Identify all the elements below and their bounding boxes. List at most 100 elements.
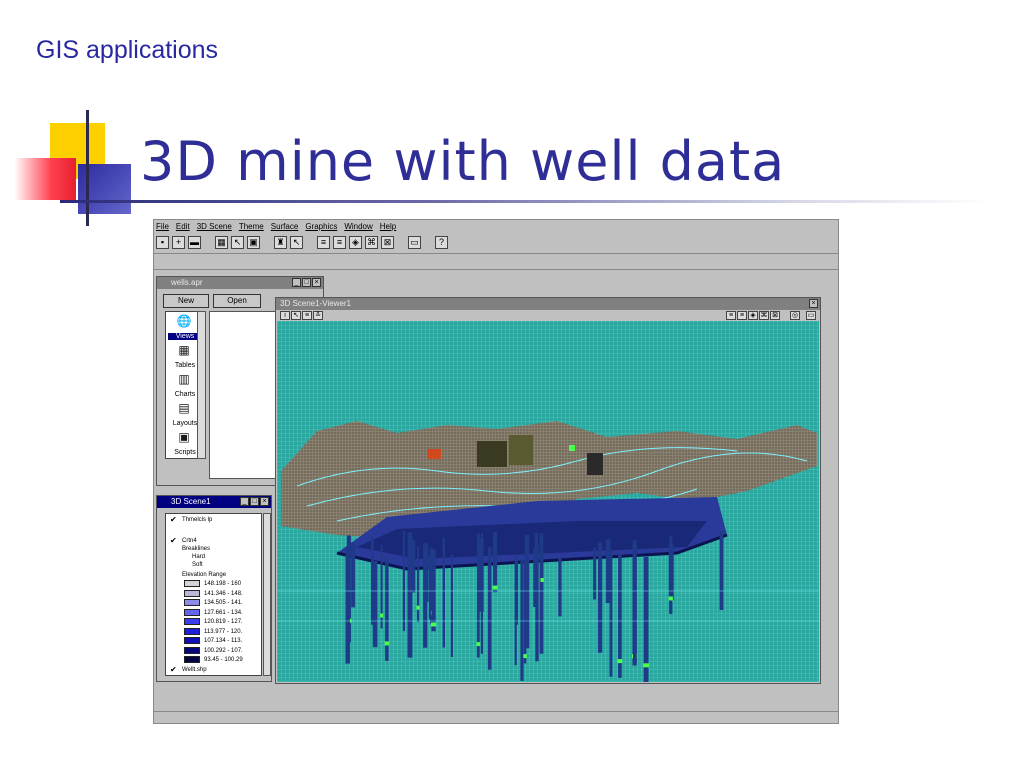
elevation-range-label: 134.505 - 141.: [204, 600, 243, 606]
well-marker: [384, 641, 390, 646]
rotate-icon[interactable]: ≡: [333, 235, 346, 249]
zoom-full-icon[interactable]: ⊠: [770, 311, 780, 320]
menu-edit[interactable]: Edit: [176, 222, 190, 233]
building: [587, 453, 603, 475]
elevation-range-row: 134.505 - 141.: [170, 599, 260, 608]
menu-file[interactable]: File: [156, 222, 169, 233]
scene-viewer-title: 3D Scene1-Viewer1: [280, 299, 352, 308]
elevation-range-label: 120.819 - 127.: [204, 619, 243, 625]
project-window-title: wells.apr: [171, 278, 203, 287]
menu-graphics[interactable]: Graphics: [305, 222, 337, 233]
checkbox-icon[interactable]: ✔: [170, 516, 177, 524]
views-icon[interactable]: 🌐: [172, 314, 196, 330]
scene-viewer-titlebar[interactable]: 3D Scene1-Viewer1 ×: [276, 298, 820, 310]
table-icon[interactable]: ▬: [188, 235, 201, 249]
close-icon[interactable]: ×: [809, 299, 818, 308]
orbit-icon[interactable]: ◈: [748, 311, 758, 320]
properties-icon[interactable]: ▦: [215, 235, 228, 249]
scripts-icon[interactable]: ▣: [172, 430, 196, 446]
checkbox-icon[interactable]: ✔: [170, 666, 177, 674]
legend-window-title: 3D Scene1: [171, 497, 211, 506]
pointer-icon[interactable]: ↖: [231, 235, 244, 249]
navigate-icon[interactable]: ≡: [317, 235, 330, 249]
elevation-range-row: 148.198 - 160: [170, 580, 260, 589]
elevation-swatch: [184, 589, 200, 597]
legend-theme-row[interactable]: ✔ Wellt.shp: [170, 666, 260, 675]
select-icon[interactable]: ↖: [290, 235, 303, 249]
checkbox-icon[interactable]: ✔: [170, 537, 177, 545]
building: [569, 445, 575, 451]
well-bore: [609, 550, 613, 677]
close-icon[interactable]: ×: [312, 278, 321, 287]
menu-help[interactable]: Help: [380, 222, 396, 233]
maximize-icon[interactable]: □: [302, 278, 311, 287]
building: [427, 449, 441, 459]
well-bore: [493, 532, 498, 593]
orbit-icon[interactable]: ◈: [349, 235, 362, 249]
scene-toolbar-right: ≡ ≡ ◈ ⌘ ⊠ ◎ ▭: [726, 311, 816, 320]
info-icon[interactable]: i: [280, 311, 290, 320]
zoom-in-icon[interactable]: ⌘: [365, 235, 378, 249]
project-scrollbar[interactable]: [197, 311, 206, 459]
decorative-square-red: [14, 158, 76, 200]
building: [509, 435, 533, 465]
well-marker: [416, 605, 420, 610]
legend-scrollbar[interactable]: [263, 513, 271, 676]
globe-icon[interactable]: ◎: [790, 311, 800, 320]
well-bore: [541, 540, 544, 594]
well-bore: [558, 558, 562, 617]
pointer-icon[interactable]: ↖: [291, 311, 301, 320]
menu-surface[interactable]: Surface: [271, 222, 299, 233]
elevation-range-row: 120.819 - 127.: [170, 618, 260, 627]
main-toolbar: ▪ + ▬ ▦ ↖ ▣ ♜ ↖ ≡ ≡ ◈ ⌘ ⊠ ▭ ?: [156, 234, 448, 250]
soft-label: Soft: [192, 562, 203, 568]
well-bore: [402, 531, 406, 631]
well-bore: [423, 542, 428, 648]
open-button[interactable]: Open: [213, 294, 261, 308]
find-icon[interactable]: ♜: [274, 235, 287, 249]
zoom-in-icon[interactable]: ⌘: [759, 311, 769, 320]
rotate-icon[interactable]: ≡: [737, 311, 747, 320]
zoom-full-icon[interactable]: ⊠: [381, 235, 394, 249]
well-bore: [520, 560, 524, 681]
menu-theme[interactable]: Theme: [239, 222, 264, 233]
tables-icon[interactable]: ▦: [172, 343, 196, 359]
layer-icon[interactable]: ≚: [313, 311, 323, 320]
project-window-titlebar[interactable]: wells.apr _ □ ×: [157, 277, 323, 289]
panel-icon[interactable]: ▭: [806, 311, 816, 320]
layouts-icon[interactable]: ▤: [172, 401, 196, 417]
navigate-icon[interactable]: ≡: [726, 311, 736, 320]
arcview-screenshot: File Edit 3D Scene Theme Surface Graphic…: [153, 219, 839, 724]
elevation-swatch: [184, 618, 200, 625]
help-icon[interactable]: ?: [435, 235, 448, 249]
new-button[interactable]: New: [163, 294, 209, 308]
elevation-range-label: 100.292 - 107.: [204, 647, 243, 654]
3d-scene-canvas[interactable]: [277, 321, 819, 682]
menu-3d-scene[interactable]: 3D Scene: [197, 222, 232, 233]
legend-window-titlebar[interactable]: 3D Scene1 _ □ ×: [157, 496, 271, 508]
well-marker: [430, 622, 437, 627]
maximize-icon[interactable]: □: [250, 497, 259, 506]
print-icon[interactable]: ▣: [247, 235, 260, 249]
elevation-range-row: 100.292 - 107.: [170, 646, 260, 656]
navigate-icon[interactable]: ≡: [302, 311, 312, 320]
legend-table-of-contents: ✔ Thmelcls lp ✔ Crtn4 Breaklines Hard So…: [165, 513, 262, 676]
well-bore: [417, 546, 420, 622]
charts-icon[interactable]: ▥: [172, 372, 196, 388]
well-bore: [442, 538, 445, 648]
panel-icon[interactable]: ▭: [408, 235, 421, 249]
legend-theme-row[interactable]: ✔ Thmelcls lp: [170, 516, 260, 525]
elevation-swatch: [184, 599, 200, 606]
well-bore: [719, 531, 724, 610]
elevation-range-label: 93.45 - 100.29: [204, 657, 243, 663]
building: [477, 441, 507, 467]
minimize-icon[interactable]: _: [240, 497, 249, 506]
elevation-swatch: [184, 580, 200, 587]
well-bore: [643, 556, 649, 682]
close-icon[interactable]: ×: [260, 497, 269, 506]
menu-window[interactable]: Window: [344, 222, 372, 233]
save-icon[interactable]: ▪: [156, 235, 169, 249]
section-label: GIS applications: [36, 36, 219, 64]
minimize-icon[interactable]: _: [292, 278, 301, 287]
add-theme-icon[interactable]: +: [172, 235, 185, 249]
